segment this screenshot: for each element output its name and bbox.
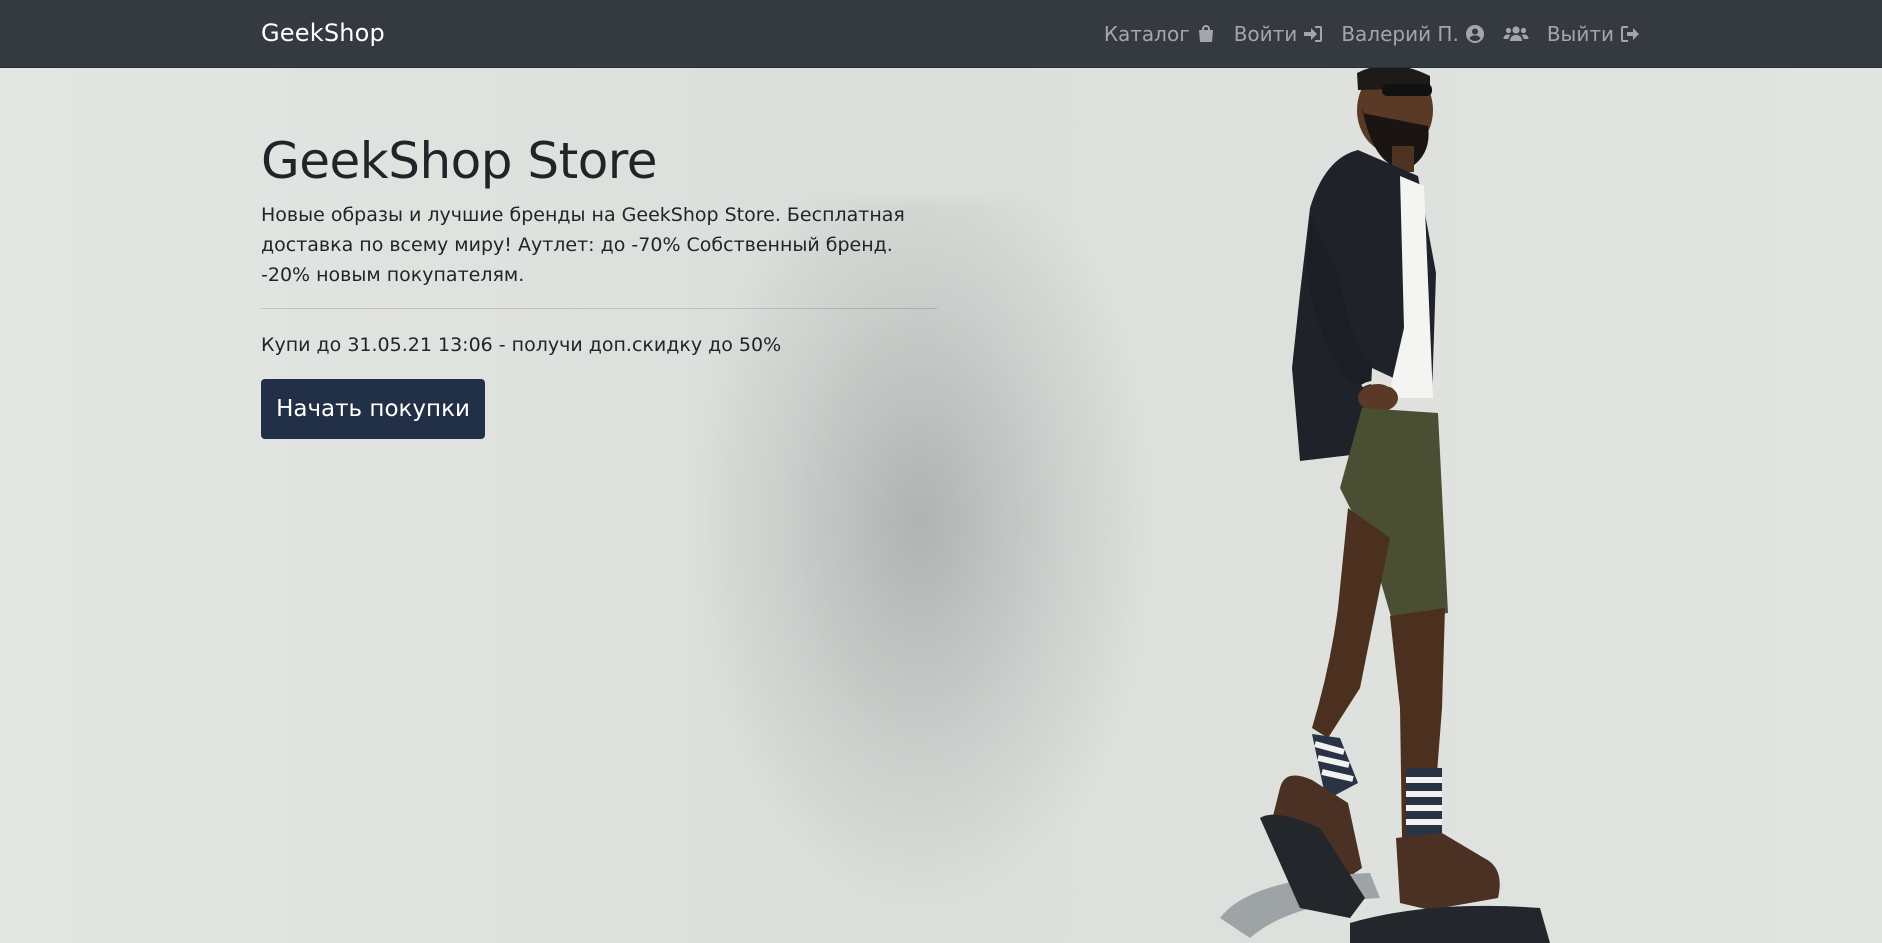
shopping-bag-icon [1196,24,1216,44]
top-navbar: GeekShop Каталог Войти Валерий П. Выйти [0,0,1882,68]
user-circle-icon [1465,24,1485,44]
nav-catalog-link[interactable]: Каталог [1095,22,1225,46]
nav-login-link[interactable]: Войти [1225,22,1333,46]
nav-catalog-label: Каталог [1103,22,1190,46]
start-shopping-button[interactable]: Начать покупки [261,379,485,439]
sign-out-icon [1620,24,1640,44]
nav-profile-label: Валерий П. [1341,22,1459,46]
hero-model-image [1220,68,1550,943]
hero-divider [261,308,937,309]
users-icon [1503,24,1529,44]
hero-shadow-decoration [690,198,1150,918]
nav-logout-link[interactable]: Выйти [1538,22,1640,46]
hero-promo-text: Купи до 31.05.21 13:06 - получи доп.скид… [261,334,782,356]
hero-banner: GeekShop Store Новые образы и лучшие бре… [0,68,1882,943]
brand-logo[interactable]: GeekShop [261,19,385,47]
nav-profile-link[interactable]: Валерий П. [1332,22,1494,46]
hero-title: GeekShop Store [261,132,658,190]
nav-admin-link[interactable] [1494,24,1538,44]
nav-logout-label: Выйти [1546,22,1614,46]
hero-lead-text: Новые образы и лучшие бренды на GeekShop… [261,204,905,286]
sign-in-icon [1303,24,1323,44]
nav-links: Каталог Войти Валерий П. Выйти [1095,0,1640,68]
nav-login-label: Войти [1233,22,1298,46]
